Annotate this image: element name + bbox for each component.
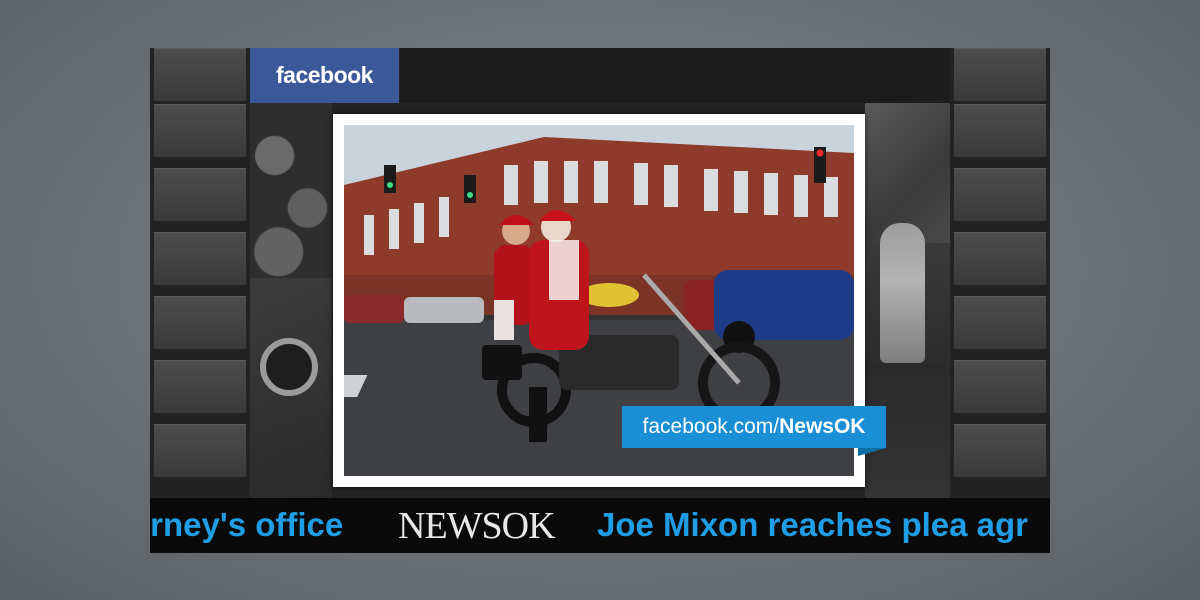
url-handle: NewsOK <box>779 415 866 438</box>
collage-pumpkins <box>250 103 332 278</box>
banner-tail <box>858 448 886 456</box>
right-filmstrip <box>950 48 1050 498</box>
mug-icon <box>260 338 318 396</box>
facebook-url-banner[interactable]: facebook.com/NewsOK <box>622 406 886 448</box>
top-bar <box>400 48 950 103</box>
ticker-text-right[interactable]: Joe Mixon reaches plea agr <box>597 506 1028 544</box>
newsok-logo: NEWSOK <box>398 505 556 547</box>
collage-flowers <box>865 103 950 243</box>
ticker-text-left[interactable]: orney's office <box>150 506 343 544</box>
news-ticker: orney's office NEWSOK Joe Mixon reaches … <box>150 498 1050 553</box>
facebook-badge[interactable]: facebook <box>250 48 399 103</box>
left-filmstrip <box>150 48 250 498</box>
url-prefix: facebook.com/ <box>642 415 780 438</box>
facebook-url-text: facebook.com/NewsOK <box>643 415 866 439</box>
basketball-player-icon <box>880 223 925 363</box>
promo-panel: facebook facebook.com/NewsOK orney's off… <box>150 48 1050 553</box>
facebook-logo: facebook <box>276 62 373 88</box>
